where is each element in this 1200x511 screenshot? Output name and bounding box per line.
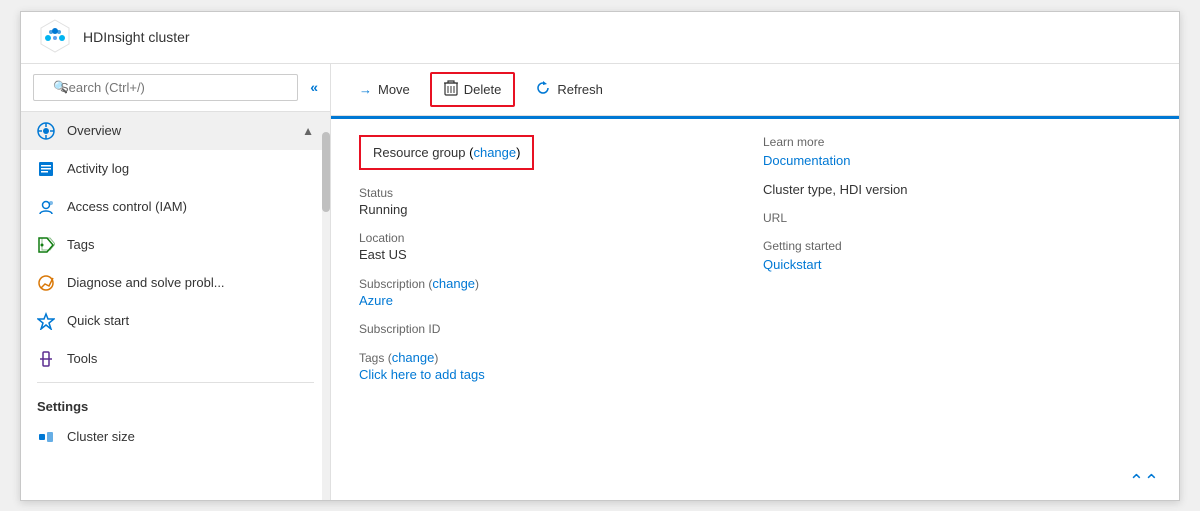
url-group: URL [763, 211, 1151, 225]
sidebar-item-access-control[interactable]: Access control (IAM) [21, 188, 330, 226]
tags-label-text: Tags [359, 351, 384, 365]
location-value: East US [359, 247, 747, 262]
delete-button[interactable]: Delete [430, 72, 516, 107]
toolbar: → Move Delete [331, 64, 1179, 116]
subscription-id-label: Subscription ID [359, 322, 747, 336]
sidebar-item-tags[interactable]: Tags [21, 226, 330, 264]
url-label: URL [763, 211, 1151, 225]
location-label: Location [359, 231, 747, 245]
search-bar: 🔍 « [21, 64, 330, 112]
subscription-label: Subscription (change) [359, 276, 747, 291]
status-label: Status [359, 186, 747, 200]
quickstart-link[interactable]: Quickstart [763, 257, 1151, 272]
subscription-label-text: Subscription [359, 277, 425, 291]
tags-icon [37, 236, 55, 254]
scroll-up-button[interactable]: ⌃⌃ [1129, 471, 1159, 492]
top-bar: HDInsight cluster [21, 12, 1179, 64]
access-control-icon [37, 198, 55, 216]
search-input[interactable] [33, 74, 298, 101]
resource-group-change-link[interactable]: change [473, 145, 516, 160]
sidebar-item-activity-log[interactable]: Activity log [21, 150, 330, 188]
subscription-change-link[interactable]: change [432, 276, 475, 291]
refresh-button[interactable]: Refresh [523, 74, 615, 105]
sidebar-scrollbar-thumb[interactable] [322, 132, 330, 212]
sidebar-item-diagnose-label: Diagnose and solve probl... [67, 275, 225, 290]
subscription-group: Subscription (change) Azure [359, 276, 747, 308]
settings-section-header: Settings [21, 382, 330, 418]
details-grid: Resource group (change) Status Running L… [331, 116, 1179, 463]
sidebar-item-overview[interactable]: Overview ▲ [21, 112, 330, 150]
delete-trash-icon [444, 80, 458, 99]
subscription-id-group: Subscription ID [359, 322, 747, 336]
app-logo [37, 18, 73, 57]
location-group: Location East US [359, 231, 747, 262]
quick-start-icon [37, 312, 55, 330]
content-area: → Move Delete [331, 64, 1179, 500]
tags-add-link[interactable]: Click here to add tags [359, 367, 485, 382]
search-icon: 🔍 [53, 80, 68, 94]
overview-icon [37, 122, 55, 140]
getting-started-label: Getting started [763, 239, 1151, 253]
main-window: HDInsight cluster 🔍 « [20, 11, 1180, 501]
sidebar-item-activity-log-label: Activity log [67, 161, 129, 176]
status-value: Running [359, 202, 747, 217]
cluster-type-label: Cluster type, HDI version [763, 182, 1151, 197]
sidebar-item-quick-start[interactable]: Quick start [21, 302, 330, 340]
getting-started-group: Getting started Quickstart [763, 239, 1151, 272]
sidebar: 🔍 « [21, 64, 331, 500]
sidebar-item-tools-label: Tools [67, 351, 97, 366]
sidebar-item-cluster-size[interactable]: Cluster size [21, 418, 330, 456]
move-arrow-icon: → [359, 82, 372, 97]
sidebar-item-diagnose[interactable]: Diagnose and solve probl... [21, 264, 330, 302]
hdinsight-logo-icon [37, 18, 73, 54]
refresh-button-label: Refresh [557, 82, 603, 97]
sidebar-item-iam-label: Access control (IAM) [67, 199, 187, 214]
diagnose-icon [37, 274, 55, 292]
move-button-label: Move [378, 82, 410, 97]
tags-group: Tags (change) Click here to add tags [359, 350, 747, 382]
documentation-link[interactable]: Documentation [763, 153, 1151, 168]
scroll-up-area: ⌃⌃ [331, 463, 1179, 500]
move-button[interactable]: → Move [347, 76, 422, 103]
tags-change-link[interactable]: change [392, 350, 435, 365]
refresh-icon [535, 80, 551, 99]
overview-collapse-icon: ▲ [302, 124, 314, 138]
delete-button-label: Delete [464, 82, 502, 97]
status-group: Status Running [359, 186, 747, 217]
sidebar-item-cluster-size-label: Cluster size [67, 429, 135, 444]
right-details: Learn more Documentation Cluster type, H… [755, 135, 1159, 447]
sidebar-item-tools[interactable]: Tools [21, 340, 330, 378]
left-details: Resource group (change) Status Running L… [351, 135, 755, 447]
learn-more-group: Learn more Documentation [763, 135, 1151, 168]
cluster-size-icon [37, 428, 55, 446]
sidebar-item-tags-label: Tags [67, 237, 94, 252]
activity-log-icon [37, 160, 55, 178]
collapse-sidebar-button[interactable]: « [310, 79, 318, 95]
cluster-type-group: Cluster type, HDI version [763, 182, 1151, 197]
sidebar-item-quick-start-label: Quick start [67, 313, 129, 328]
resource-group-label: Resource group [373, 145, 466, 160]
sidebar-item-overview-label: Overview [67, 123, 121, 138]
tags-label: Tags (change) [359, 350, 747, 365]
app-title: HDInsight cluster [83, 29, 190, 45]
nav-items: Overview ▲ Activity log [21, 112, 330, 500]
tools-icon [37, 350, 55, 368]
subscription-link[interactable]: Azure [359, 293, 393, 308]
learn-more-label: Learn more [763, 135, 1151, 149]
main-layout: 🔍 « [21, 64, 1179, 500]
resource-group-box: Resource group (change) [359, 135, 534, 170]
sidebar-scrollbar[interactable] [322, 112, 330, 500]
